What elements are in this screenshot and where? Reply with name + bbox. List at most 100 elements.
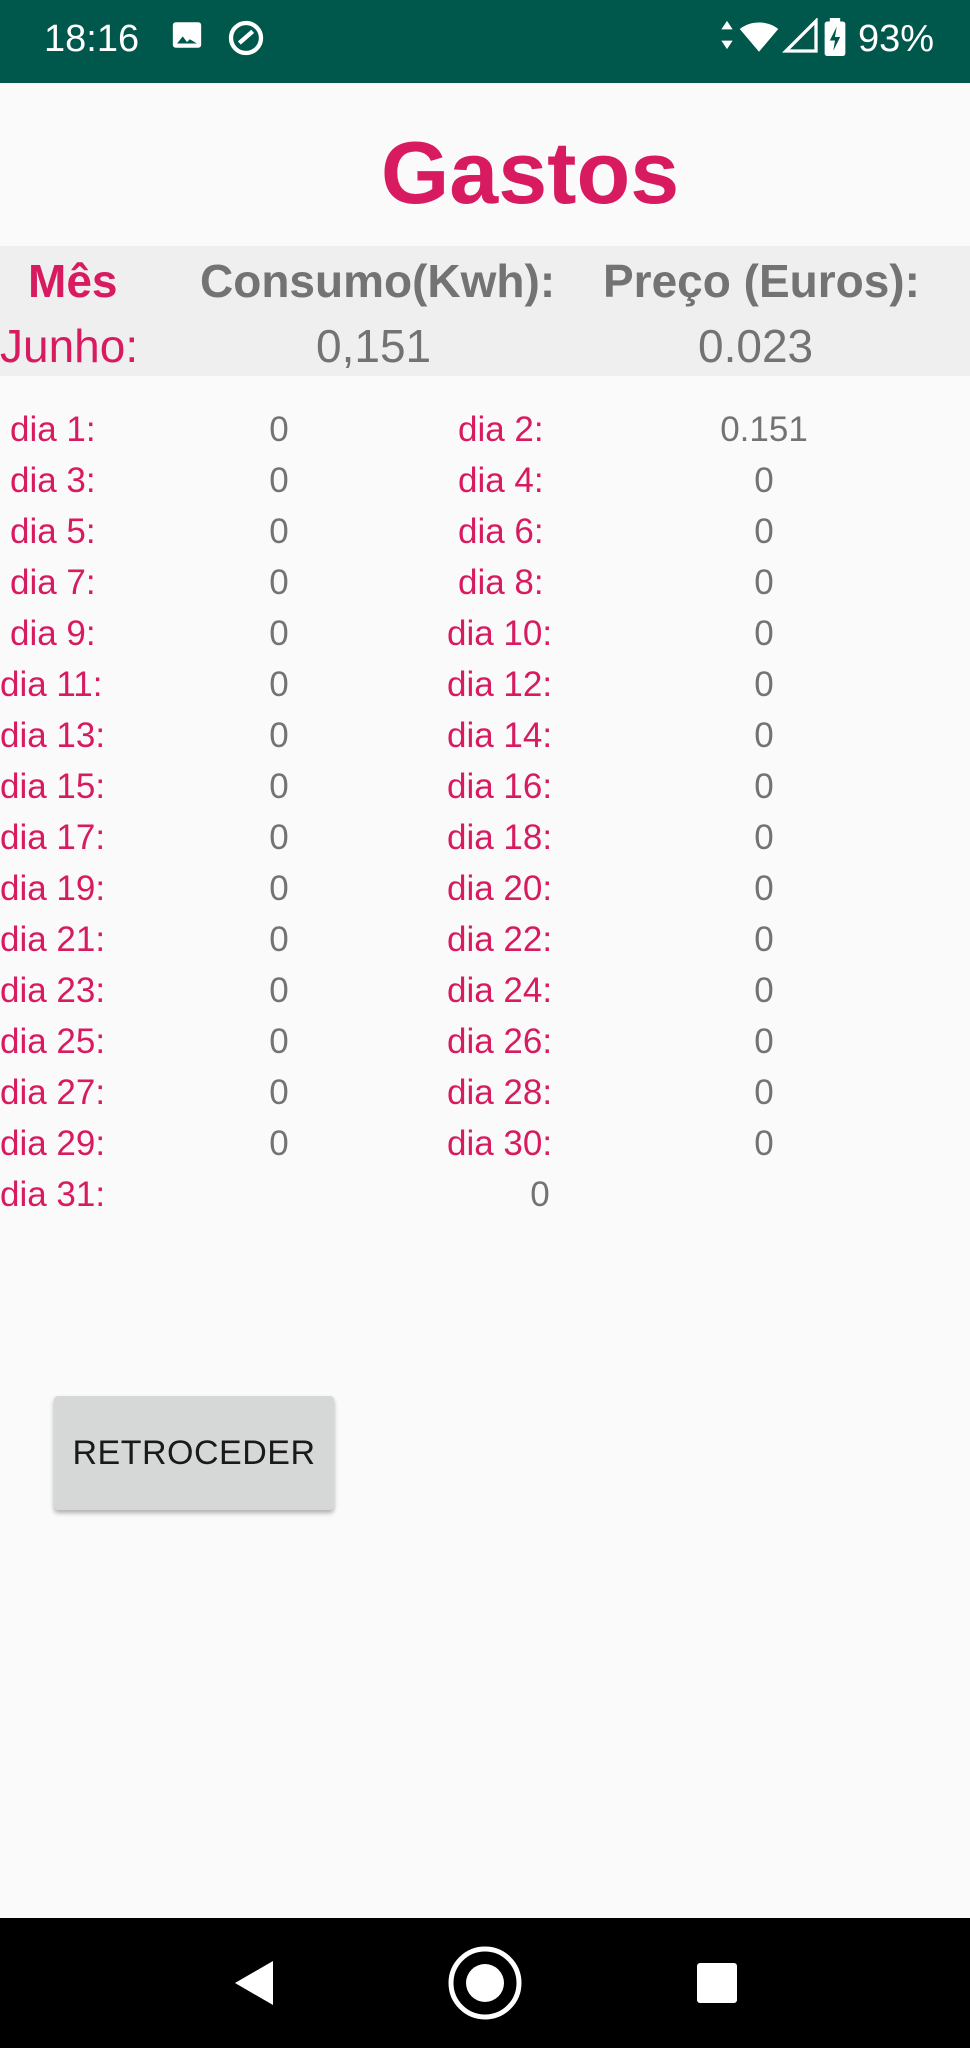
day-row: dia 7: 0 dia 8: 0 — [0, 563, 970, 614]
day-label: dia 2: — [458, 410, 544, 449]
day-value: 0.151 — [720, 410, 808, 449]
status-bar: 18:16 93% — [0, 0, 970, 83]
day-row: dia 17: 0 dia 18: 0 — [0, 818, 970, 869]
day-label: dia 29: — [0, 1124, 106, 1163]
data-arrows-icon — [718, 18, 736, 52]
day-value: 0 — [269, 818, 289, 857]
day-value: 0 — [269, 920, 289, 959]
price-header: Preço (Euros): — [603, 255, 920, 307]
day-label: dia 5: — [10, 512, 96, 551]
wifi-icon — [738, 18, 780, 54]
day-value: 0 — [754, 869, 774, 908]
day-row: dia 3: 0 dia 4: 0 — [0, 461, 970, 512]
summary-panel: Mês Consumo(Kwh): Preço (Euros): Junho: … — [0, 246, 970, 376]
day-value: 0 — [269, 716, 289, 755]
day-value: 0 — [754, 1124, 774, 1163]
day-value: 0 — [269, 971, 289, 1010]
day-value: 0 — [269, 563, 289, 602]
day-value: 0 — [530, 1175, 550, 1214]
day-value: 0 — [754, 716, 774, 755]
day-label: dia 31: — [0, 1175, 106, 1214]
day-label: dia 28: — [447, 1073, 553, 1112]
day-label: dia 14: — [447, 716, 553, 755]
day-label: dia 10: — [447, 614, 553, 653]
back-button[interactable]: RETROCEDER — [54, 1396, 334, 1510]
day-label: dia 19: — [0, 869, 106, 908]
day-label: dia 21: — [0, 920, 106, 959]
day-label: dia 1: — [10, 410, 96, 449]
day-value: 0 — [754, 818, 774, 857]
day-row: dia 29: 0 dia 30: 0 — [0, 1124, 970, 1175]
day-label: dia 9: — [10, 614, 96, 653]
day-value: 0 — [754, 512, 774, 551]
consumption-value: 0,151 — [316, 320, 432, 372]
day-label: dia 13: — [0, 716, 106, 755]
month-value: Junho: — [0, 320, 139, 372]
day-value: 0 — [754, 665, 774, 704]
day-label: dia 8: — [458, 563, 544, 602]
navigation-bar — [0, 1918, 970, 2048]
day-value: 0 — [754, 920, 774, 959]
price-value: 0.023 — [698, 320, 814, 372]
day-row: dia 1: 0 dia 2: 0.151 — [0, 410, 970, 461]
battery-percent: 93% — [858, 18, 935, 60]
day-value: 0 — [269, 1073, 289, 1112]
day-value: 0 — [754, 461, 774, 500]
day-row: dia 13: 0 dia 14: 0 — [0, 716, 970, 767]
day-label: dia 20: — [447, 869, 553, 908]
day-label: dia 25: — [0, 1022, 106, 1061]
day-label: dia 22: — [447, 920, 553, 959]
day-label: dia 7: — [10, 563, 96, 602]
day-row: dia 11: 0 dia 12: 0 — [0, 665, 970, 716]
day-label: dia 6: — [458, 512, 544, 551]
day-row: dia 25: 0 dia 26: 0 — [0, 1022, 970, 1073]
day-value: 0 — [754, 1022, 774, 1061]
day-value: 0 — [754, 614, 774, 653]
status-time: 18:16 — [44, 18, 140, 60]
day-value: 0 — [269, 410, 289, 449]
recents-icon[interactable] — [672, 1918, 762, 2048]
day-value: 0 — [269, 461, 289, 500]
day-value: 0 — [269, 1124, 289, 1163]
home-icon[interactable] — [440, 1918, 530, 2048]
day-row: dia 15: 0 dia 16: 0 — [0, 767, 970, 818]
day-label: dia 12: — [447, 665, 553, 704]
page-title: Gastos — [380, 123, 680, 222]
day-label: dia 3: — [10, 461, 96, 500]
day-value: 0 — [754, 971, 774, 1010]
day-label: dia 4: — [458, 461, 544, 500]
day-label: dia 17: — [0, 818, 106, 857]
day-label: dia 24: — [447, 971, 553, 1010]
day-label: dia 30: — [447, 1124, 553, 1163]
day-label: dia 18: — [447, 818, 553, 857]
day-label: dia 16: — [447, 767, 553, 806]
back-icon[interactable] — [210, 1918, 300, 2048]
sync-icon — [226, 18, 266, 58]
day-label: dia 26: — [447, 1022, 553, 1061]
image-icon — [170, 18, 204, 52]
day-value: 0 — [269, 767, 289, 806]
consumption-header: Consumo(Kwh): — [200, 255, 556, 307]
battery-icon — [824, 18, 846, 56]
day-value: 0 — [269, 1022, 289, 1061]
day-label: dia 15: — [0, 767, 106, 806]
day-value: 0 — [269, 614, 289, 653]
day-row: dia 5: 0 dia 6: 0 — [0, 512, 970, 563]
day-value: 0 — [269, 869, 289, 908]
day-row: dia 9: 0 dia 10: 0 — [0, 614, 970, 665]
day-row: dia 23: 0 dia 24: 0 — [0, 971, 970, 1022]
day-row: dia 27: 0 dia 28: 0 — [0, 1073, 970, 1124]
day-value: 0 — [269, 665, 289, 704]
day-value: 0 — [754, 1073, 774, 1112]
day-value: 0 — [754, 767, 774, 806]
day-row: dia 21: 0 dia 22: 0 — [0, 920, 970, 971]
day-label: dia 11: — [0, 665, 103, 704]
day-value: 0 — [269, 512, 289, 551]
day-label: dia 23: — [0, 971, 106, 1010]
month-header: Mês — [28, 255, 118, 307]
day-value: 0 — [754, 563, 774, 602]
signal-icon — [782, 18, 820, 54]
day-row: dia 19: 0 dia 20: 0 — [0, 869, 970, 920]
day-row: dia 31: 0 — [0, 1175, 970, 1226]
day-label: dia 27: — [0, 1073, 106, 1112]
